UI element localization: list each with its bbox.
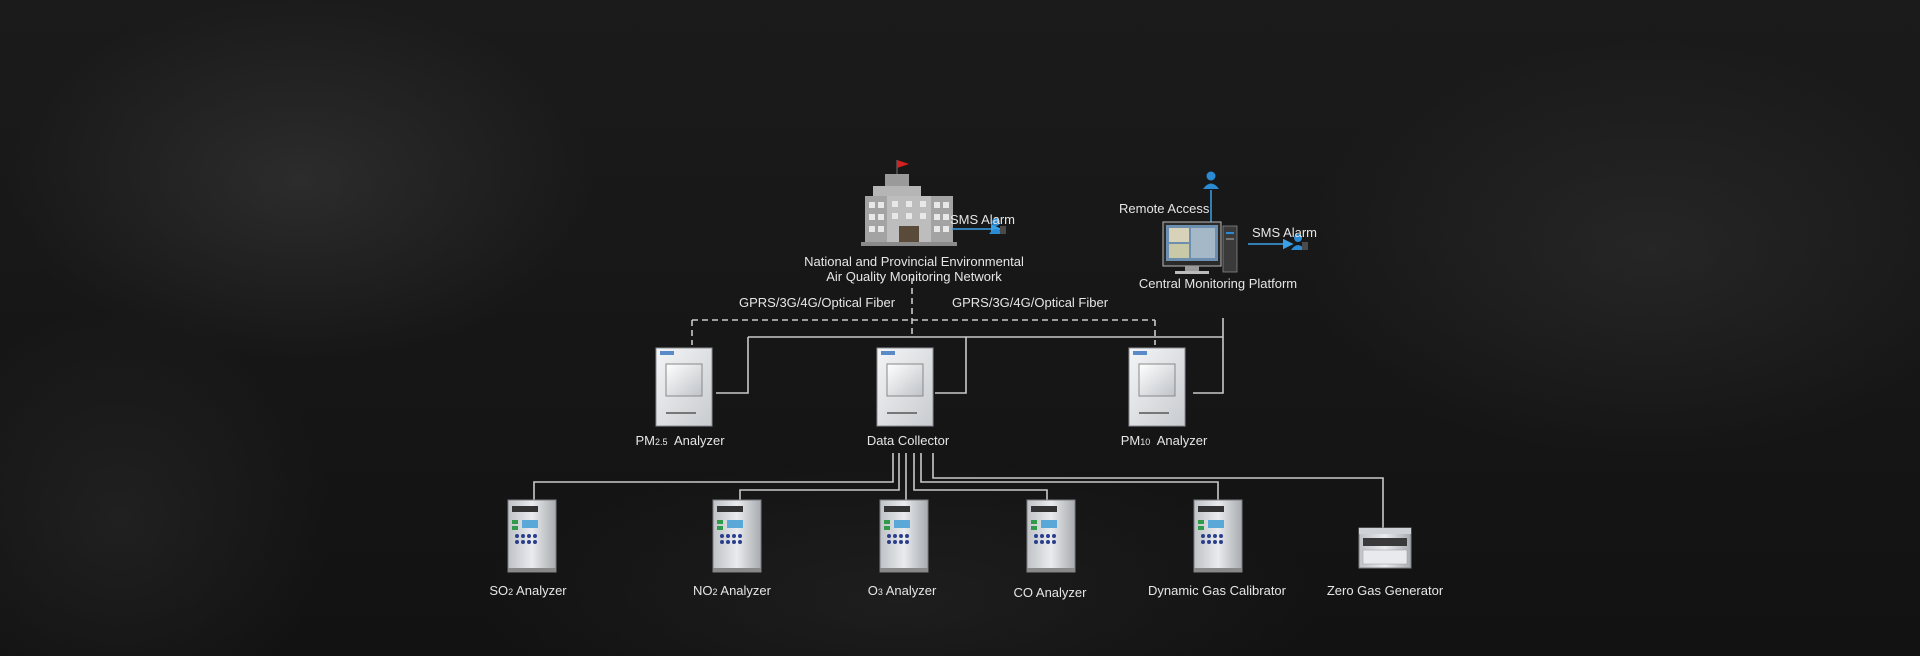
hq-network-label-line2: Air Quality Monitoring Network bbox=[826, 269, 1002, 284]
co-analyzer-icon bbox=[1026, 499, 1076, 573]
network-diagram bbox=[507, 160, 1412, 573]
hq-network-label: National and Provincial Environmental Ai… bbox=[804, 254, 1024, 284]
computer-workstation-icon bbox=[1162, 221, 1238, 274]
link-calibrator bbox=[920, 453, 1219, 500]
link-so2 bbox=[533, 453, 894, 500]
so2-analyzer-label: SO2 Analyzer bbox=[489, 583, 567, 598]
co-analyzer-label: CO Analyzer bbox=[1013, 585, 1087, 600]
platform-drop-collector bbox=[935, 337, 967, 394]
pm25-analyzer-label: PM2.5 Analyzer bbox=[635, 433, 725, 448]
calibrator-icon bbox=[1193, 499, 1243, 573]
data-collector-label: Data Collector bbox=[866, 433, 950, 448]
zero-gas-generator-icon bbox=[1358, 527, 1412, 569]
platform-sms-alarm-label: SMS Alarm bbox=[1252, 225, 1318, 240]
hq-network-label-line1: National and Provincial Environmental bbox=[804, 254, 1024, 269]
so2-analyzer-icon bbox=[507, 499, 557, 573]
link-label-left: GPRS/3G/4G/Optical Fiber bbox=[739, 295, 896, 310]
pm25-analyzer-icon bbox=[655, 347, 713, 427]
platform-bus bbox=[1193, 318, 1224, 394]
hq-sms-alarm-label: SMS Alarm bbox=[950, 212, 1016, 227]
pm10-analyzer-label: PM10 Analyzer bbox=[1120, 433, 1208, 448]
o3-analyzer-label: O3 Analyzer bbox=[867, 583, 937, 598]
remote-access-label: Remote Access bbox=[1119, 201, 1210, 216]
link-label-right: GPRS/3G/4G/Optical Fiber bbox=[952, 295, 1109, 310]
central-platform-label: Central Monitoring Platform bbox=[1138, 276, 1298, 291]
government-building-icon bbox=[861, 160, 957, 246]
zero-gas-generator-label: Zero Gas Generator bbox=[1326, 583, 1444, 598]
remote-access-person-icon bbox=[1203, 171, 1219, 189]
link-co bbox=[913, 453, 1048, 500]
platform-drop-pm25 bbox=[716, 337, 749, 394]
o3-analyzer-icon bbox=[879, 499, 929, 573]
calibrator-label: Dynamic Gas Calibrator bbox=[1148, 583, 1286, 598]
pm10-analyzer-icon bbox=[1128, 347, 1186, 427]
no2-analyzer-label: NO2 Analyzer bbox=[693, 583, 771, 598]
link-no2 bbox=[739, 453, 900, 500]
no2-analyzer-icon bbox=[712, 499, 762, 573]
data-collector-icon bbox=[876, 347, 934, 427]
